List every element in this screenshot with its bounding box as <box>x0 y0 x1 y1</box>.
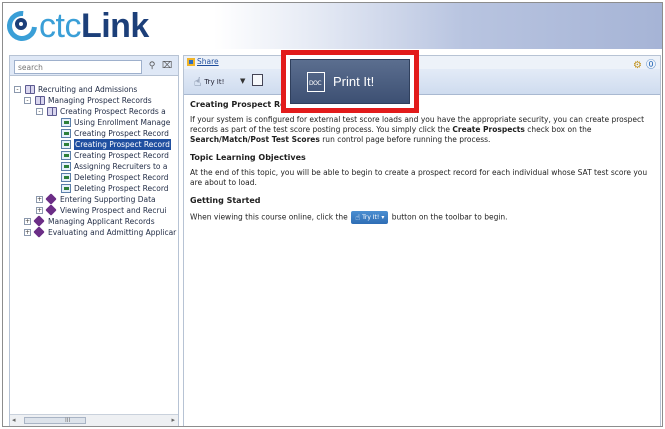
ctclink-logo: ctcLink <box>39 6 149 46</box>
section-title-creating: Creating Prospect Re <box>190 100 286 109</box>
collapse-toggle-icon[interactable]: - <box>14 86 21 93</box>
collapse-all-icon[interactable]: ⌧ <box>161 60 173 73</box>
diamond-icon <box>45 204 57 216</box>
document-mode-button[interactable] <box>252 74 263 86</box>
search-icon[interactable]: ⚲ <box>146 60 158 73</box>
diamond-icon <box>33 215 45 227</box>
expand-toggle-icon[interactable]: + <box>36 207 43 214</box>
tree-item-label: Creating Prospect Record <box>74 151 169 160</box>
try-it-button[interactable]: ☝ Try It! <box>190 72 228 92</box>
section-title-objectives: Topic Learning Objectives <box>190 153 306 162</box>
book-icon <box>35 96 45 105</box>
tree-item[interactable]: Deleting Prospect Record <box>10 172 178 183</box>
collapse-toggle-icon[interactable]: - <box>36 108 43 115</box>
try-it-dropdown-icon[interactable]: ▼ <box>240 77 245 85</box>
hand-pointer-icon: ☝ <box>355 212 361 222</box>
tree-item-label: Deleting Prospect Record <box>74 184 169 193</box>
diamond-icon <box>45 193 57 205</box>
tree-item[interactable]: Creating Prospect Record <box>10 128 178 139</box>
tree-item[interactable]: + Entering Supporting Data <box>10 193 178 205</box>
print-it-button[interactable]: DOC Print It! <box>290 59 410 104</box>
tree-item-label: Evaluating and Admitting Applicar <box>48 228 177 237</box>
page-icon <box>61 140 71 149</box>
tree-item[interactable]: - Managing Prospect Records <box>10 95 178 106</box>
book-icon <box>47 107 57 116</box>
expand-toggle-icon[interactable]: + <box>36 196 43 203</box>
tree-item-label: Recruiting and Admissions <box>38 85 138 94</box>
sidebar-panel: ⚲ ⌧ -Recruiting and Admissions-Managing … <box>9 55 179 426</box>
tree-item-label: Creating Prospect Record <box>74 129 169 138</box>
share-link[interactable]: Share <box>197 57 219 66</box>
page-icon <box>61 184 71 193</box>
page-icon <box>61 151 71 160</box>
tree-item[interactable]: Assigning Recruiters to a <box>10 161 178 172</box>
topic-content: Creating Prospect Re If your system is c… <box>190 100 656 232</box>
tree-item-label: Entering Supporting Data <box>60 195 156 204</box>
inline-try-it-button: ☝ Try It! ▾ <box>351 211 389 224</box>
tree-item-label: Creating Prospect Records a <box>60 107 166 116</box>
page-icon <box>61 118 71 127</box>
expand-toggle-icon[interactable]: + <box>24 229 31 236</box>
tree-item-label: Assigning Recruiters to a <box>74 162 168 171</box>
content-panel: Share ⚙ ⓪ ☝ Try It! ▼ Creating Prospect R… <box>183 55 661 426</box>
tree-item[interactable]: - Creating Prospect Records a <box>10 106 178 117</box>
scroll-thumb-grip: III <box>65 417 71 424</box>
search-bar: ⚲ ⌧ <box>10 56 178 76</box>
tree-item-label: Viewing Prospect and Recrui <box>60 206 167 215</box>
section-body-objectives: At the end of this topic, you will be ab… <box>190 168 648 187</box>
header-banner: ctcLink <box>3 3 662 49</box>
search-input[interactable] <box>14 60 142 74</box>
tree-item-label: Managing Applicant Records <box>48 217 155 226</box>
diamond-icon <box>33 226 45 238</box>
book-icon <box>25 85 35 94</box>
print-it-callout: DOC Print It! <box>281 50 419 113</box>
horizontal-scrollbar[interactable]: ◂ III ▸ <box>10 414 178 426</box>
tree-item[interactable]: + Viewing Prospect and Recrui <box>10 204 178 216</box>
tree-item-label: Creating Prospect Record <box>74 139 171 150</box>
scroll-thumb[interactable]: III <box>24 417 86 424</box>
outline-tree: - Recruiting and Admissions - Managing Pros… <box>10 84 178 394</box>
tree-item[interactable]: + Managing Applicant Records <box>10 215 178 227</box>
collapse-toggle-icon[interactable]: - <box>24 97 31 104</box>
ctclink-logo-mark-inner <box>15 18 27 30</box>
logo-ctc-text: ctc <box>39 7 81 45</box>
page-icon <box>61 129 71 138</box>
toolbar: ☝ Try It! ▼ <box>184 69 660 95</box>
content-topbar: Share ⚙ ⓪ <box>184 56 660 71</box>
expand-toggle-icon[interactable]: + <box>24 218 31 225</box>
print-it-label: Print It! <box>333 74 375 89</box>
page-icon <box>61 173 71 182</box>
app-window: ctcLink ⚲ ⌧ -Recruiting and Admissions-M… <box>2 2 663 427</box>
page-icon <box>61 162 71 171</box>
doc-icon: DOC <box>307 72 325 92</box>
scroll-right-icon[interactable]: ▸ <box>171 416 175 424</box>
tree-item-label: Managing Prospect Records <box>48 96 152 105</box>
tree-item[interactable]: Deleting Prospect Record <box>10 183 178 194</box>
tree-item[interactable]: Using Enrollment Manage <box>10 117 178 128</box>
section-body-creating: If your system is configured for externa… <box>190 115 645 144</box>
scroll-left-icon[interactable]: ◂ <box>12 416 16 424</box>
try-it-label: Try It! <box>204 78 225 86</box>
tree-item-label: Using Enrollment Manage <box>74 118 171 127</box>
tree-item-label: Deleting Prospect Record <box>74 173 169 182</box>
tree-item[interactable]: Creating Prospect Record <box>10 150 178 161</box>
tree-item[interactable]: + Evaluating and Admitting Applicar <box>10 226 178 238</box>
section-body-getting-started: When viewing this course online, click t… <box>190 211 656 224</box>
hand-pointer-icon: ☝ <box>194 75 202 89</box>
tree-item[interactable]: - Recruiting and Admissions <box>10 84 178 95</box>
tree-item[interactable]: Creating Prospect Record <box>10 139 178 150</box>
logo-link-text: Link <box>80 7 149 45</box>
section-title-getting-started: Getting Started <box>190 196 261 205</box>
document-icon <box>252 74 263 86</box>
share-icon <box>187 58 195 66</box>
